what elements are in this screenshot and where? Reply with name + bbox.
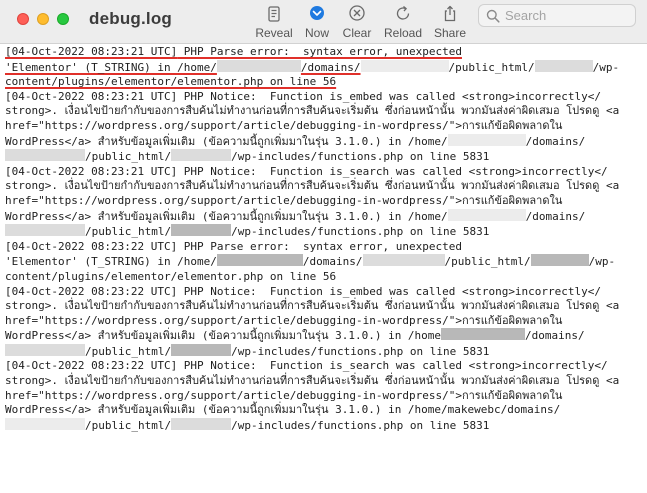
- redacted-block: [171, 343, 232, 356]
- clear-button[interactable]: Clear: [339, 4, 375, 40]
- log-line-10: strong>. เงื่อนไขป้ายกำกับของการสืบค้นไม…: [5, 179, 620, 193]
- redacted-block: [447, 133, 526, 146]
- log-line-8-part: /public_html/: [85, 150, 172, 164]
- now-icon: [310, 6, 324, 20]
- log-line-2-part: /wp-: [592, 60, 620, 74]
- log-line-18: strong>. เงื่อนไขป้ายกำกับของการสืบค้นไม…: [5, 299, 620, 313]
- reload-icon: [396, 5, 410, 20]
- redacted-block: [530, 254, 589, 267]
- log-line-20-part: /domains/: [525, 329, 585, 343]
- log-line-14: [04-Oct-2022 08:23:22 UTC] PHP Parse err…: [5, 239, 462, 253]
- reload-button[interactable]: Reload: [381, 4, 425, 40]
- titlebar: debug.log Reveal Now Clear Reload Share …: [0, 0, 647, 44]
- log-line-4: [04-Oct-2022 08:23:21 UTC] PHP Notice: F…: [5, 89, 602, 103]
- log-line-6: href="https://wordpress.org/support/arti…: [5, 118, 563, 132]
- log-line-13-part: /wp-includes/functions.php on line 5831: [231, 225, 490, 239]
- log-line-13-part: /public_html/: [85, 225, 172, 239]
- log-line-15-part: /domains/: [302, 255, 363, 269]
- now-button[interactable]: Now: [299, 4, 335, 40]
- minimize-window-button[interactable]: [37, 13, 49, 25]
- redacted-block: [171, 417, 232, 430]
- log-line-12-part: WordPress</a> สำหรับข้อมูลเพิ่มเติม (ข้อ…: [5, 209, 448, 223]
- log-line-1-timestamp: [04-Oct-2022 08:23:21 UTC]: [5, 45, 178, 58]
- log-scrollbar[interactable]: [642, 92, 646, 292]
- redacted-block: [5, 343, 85, 356]
- redacted-block: [534, 59, 593, 72]
- log-text: [04-Oct-2022 08:23:21 UTC] PHP Parse err…: [5, 45, 619, 433]
- clear-label: Clear: [342, 26, 372, 40]
- clear-icon: [349, 5, 365, 21]
- log-line-16: content/plugins/elementor/elementor.php …: [5, 269, 337, 283]
- redacted-block: [216, 59, 301, 72]
- log-line-22: [04-Oct-2022 08:23:22 UTC] PHP Notice: F…: [5, 359, 608, 373]
- log-line-21-part: /public_html/: [85, 344, 172, 358]
- log-line-5: strong>. เงื่อนไขป้ายกำกับของการสืบค้นไม…: [5, 104, 620, 118]
- log-line-7-part: WordPress</a> สำหรับข้อมูลเพิ่มเติม (ข้อ…: [5, 134, 448, 148]
- log-line-25: WordPress</a> สำหรับข้อมูลเพิ่มเติม (ข้อ…: [5, 403, 561, 417]
- search-field[interactable]: [478, 4, 636, 27]
- log-line-9: [04-Oct-2022 08:23:21 UTC] PHP Notice: F…: [5, 164, 608, 178]
- log-line-15-part: /public_html/: [444, 255, 531, 269]
- log-line-2-part: 'Elementor' (T_STRING) in /home/: [5, 60, 217, 74]
- redacted-block: [216, 254, 303, 267]
- redacted-block: [171, 149, 232, 162]
- console-window: debug.log Reveal Now Clear Reload Share …: [0, 0, 647, 493]
- log-view[interactable]: [04-Oct-2022 08:23:21 UTC] PHP Parse err…: [0, 44, 647, 493]
- redacted-block: [360, 59, 449, 72]
- reveal-label: Reveal: [255, 26, 293, 40]
- log-line-26-part: /public_html/: [85, 418, 172, 432]
- log-line-24: href="https://wordpress.org/support/arti…: [5, 388, 563, 402]
- log-line-11: href="https://wordpress.org/support/arti…: [5, 193, 563, 207]
- share-label: Share: [433, 26, 467, 40]
- log-line-2-part: /domains/: [300, 60, 361, 74]
- log-line-17: [04-Oct-2022 08:23:22 UTC] PHP Notice: F…: [5, 284, 602, 298]
- search-icon: [486, 9, 500, 23]
- now-label: Now: [304, 26, 329, 40]
- reload-label: Reload: [383, 26, 423, 40]
- share-button[interactable]: Share: [430, 4, 470, 40]
- zoom-window-button[interactable]: [57, 13, 69, 25]
- log-line-8-part: /wp-includes/functions.php on line 5831: [231, 150, 490, 164]
- reveal-button[interactable]: Reveal: [252, 4, 296, 40]
- redacted-block: [5, 417, 85, 430]
- log-line-3: content/plugins/elementor/elementor.php …: [5, 75, 337, 89]
- log-line-21-part: /wp-includes/functions.php on line 5831: [231, 344, 490, 358]
- reveal-icon: [268, 6, 280, 22]
- redacted-block: [5, 149, 85, 162]
- search-input[interactable]: [505, 6, 629, 25]
- log-line-1-message: PHP Parse error: syntax error, unexpecte…: [177, 45, 462, 58]
- redacted-block: [5, 224, 85, 237]
- log-line-15-part: /wp-: [588, 255, 616, 269]
- log-line-26-part: /wp-includes/functions.php on line 5831: [231, 418, 490, 432]
- log-line-19: href="https://wordpress.org/support/arti…: [5, 313, 563, 327]
- log-line-7-part: /domains/: [525, 134, 586, 148]
- share-icon: [444, 5, 456, 22]
- log-line-2-part: /public_html/: [448, 60, 535, 74]
- log-line-15-part: 'Elementor' (T_STRING) in /home/: [5, 255, 217, 269]
- redacted-block: [362, 254, 445, 267]
- log-line-20-part: WordPress</a> สำหรับข้อมูลเพิ่มเติม (ข้อ…: [5, 329, 442, 343]
- window-title: debug.log: [89, 9, 173, 28]
- redacted-block: [171, 224, 232, 237]
- log-line-23: strong>. เงื่อนไขป้ายกำกับของการสืบค้นไม…: [5, 374, 620, 388]
- redacted-block: [447, 208, 526, 221]
- redacted-block: [441, 328, 526, 341]
- log-line-12-part: /domains/: [525, 209, 586, 223]
- close-window-button[interactable]: [17, 13, 29, 25]
